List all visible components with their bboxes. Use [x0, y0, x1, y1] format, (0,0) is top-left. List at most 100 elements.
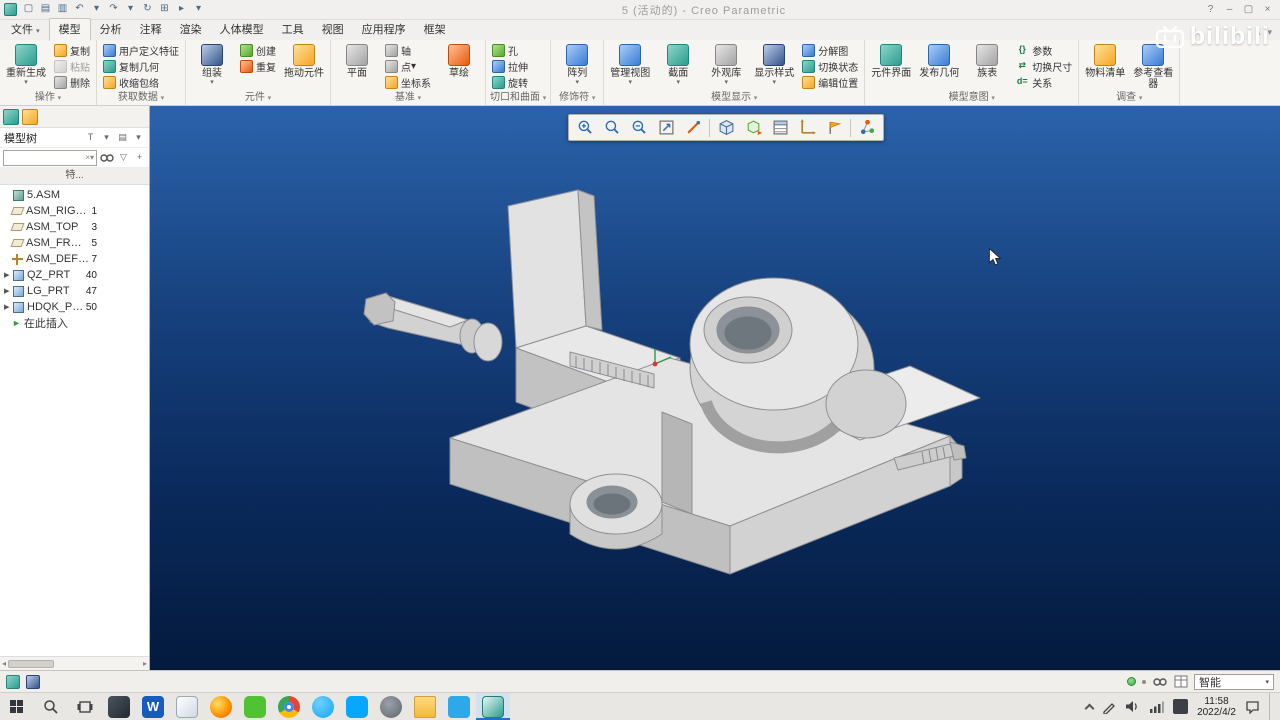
scrollbar-thumb[interactable]	[8, 659, 55, 668]
undo-dropdown[interactable]: ▾	[89, 2, 104, 17]
family-table-button[interactable]: 族表	[964, 42, 1010, 80]
tab-render[interactable]: 渲染	[171, 19, 211, 40]
tab-framework[interactable]: 框架	[415, 19, 455, 40]
hidden-icons-chevron[interactable]	[1084, 703, 1095, 713]
section-button[interactable]: 截面 ▾	[655, 42, 701, 87]
taskbar-app-explorer[interactable]	[408, 693, 442, 720]
group-label-cut-surface[interactable]: 切口和曲面 ▾	[486, 91, 550, 105]
taskbar-app-netdisk[interactable]	[340, 693, 374, 720]
close-button[interactable]: ×	[1259, 4, 1276, 15]
spin-center-button[interactable]	[854, 117, 880, 139]
expand-icon[interactable]: ▶	[4, 271, 13, 279]
tree-item-datum-right[interactable]: ASM_RIGHT 1	[0, 203, 149, 219]
scroll-right-icon[interactable]: ▸	[143, 659, 147, 668]
zoom-in-button[interactable]	[572, 117, 598, 139]
speaker-icon[interactable]	[1125, 700, 1140, 713]
tree-columns-dropdown[interactable]: ▾	[100, 131, 113, 144]
publish-geometry-button[interactable]: 发布几何	[916, 42, 962, 80]
create-button[interactable]: 创建	[237, 42, 279, 58]
model-tree-toggle-icon[interactable]	[6, 674, 20, 689]
revolve-button[interactable]: 旋转	[489, 74, 531, 90]
repeat-button[interactable]: 重复	[237, 58, 279, 74]
reference-viewer-button[interactable]: 参考查看器	[1130, 42, 1176, 91]
axis-button[interactable]: 轴	[382, 42, 434, 58]
component-interface-button[interactable]: 元件界面	[868, 42, 914, 80]
tab-file[interactable]: 文件 ▾	[2, 19, 49, 40]
plane-button[interactable]: 平面	[334, 42, 380, 80]
qat-customize-dropdown[interactable]: ▾	[191, 2, 206, 17]
tree-item-datum-front[interactable]: ASM_FRONT 5	[0, 235, 149, 251]
tree-item-insert-here[interactable]: ► 在此插入	[0, 315, 149, 331]
ribbon-display-dropdown[interactable]: ▾	[1267, 27, 1272, 38]
tree-horizontal-scrollbar[interactable]: ◂ ▸	[0, 656, 149, 670]
tab-analysis[interactable]: 分析	[91, 19, 131, 40]
taskbar-app-vscode[interactable]	[442, 693, 476, 720]
model-tree-tab-icon[interactable]	[3, 108, 19, 125]
expand-icon[interactable]: ▶	[4, 287, 13, 295]
group-label-model-intent[interactable]: 模型意图 ▾	[865, 91, 1078, 105]
refit-button[interactable]	[653, 117, 679, 139]
display-style-toolbar-button[interactable]	[713, 117, 739, 139]
taskbar-app-office[interactable]	[170, 693, 204, 720]
tree-item-part-qz[interactable]: ▶ QZ_PRT 40	[0, 267, 149, 283]
edit-position-button[interactable]: 编辑位置	[799, 74, 861, 90]
tab-view[interactable]: 视图	[313, 19, 353, 40]
appearance-gallery-button[interactable]: 外观库 ▾	[703, 42, 749, 87]
minimize-button[interactable]: –	[1221, 4, 1238, 15]
redo-button[interactable]: ↷	[106, 2, 121, 17]
taskbar-app-chrome[interactable]	[272, 693, 306, 720]
switch-dimensions-button[interactable]: ⇄ 切换尺寸	[1012, 58, 1075, 74]
taskbar-app-settings[interactable]	[374, 693, 408, 720]
notification-center-icon[interactable]	[1245, 700, 1260, 714]
start-button[interactable]	[0, 693, 34, 720]
find-icon[interactable]	[100, 152, 114, 164]
assemble-button[interactable]: 组装 ▾	[189, 42, 235, 87]
group-label-operations[interactable]: 操作 ▾	[0, 91, 96, 105]
save-button[interactable]: ▥	[55, 2, 70, 17]
explode-view-button[interactable]: 分解图	[799, 42, 861, 58]
taskbar-app-wechat[interactable]	[238, 693, 272, 720]
filter-icon[interactable]: ▽	[117, 151, 130, 164]
tab-model[interactable]: 模型	[48, 18, 91, 41]
3d-model[interactable]	[150, 106, 1280, 670]
csys-button[interactable]: 坐标系	[382, 74, 434, 90]
add-column-icon[interactable]: +	[133, 151, 146, 164]
tree-item-assembly[interactable]: 5.ASM	[0, 187, 149, 203]
expand-icon[interactable]: ▶	[4, 303, 13, 311]
show-desktop-button[interactable]	[1269, 693, 1274, 720]
redo-dropdown[interactable]: ▾	[123, 2, 138, 17]
find-tool-icon[interactable]	[1152, 676, 1168, 688]
display-style-button[interactable]: 显示样式 ▾	[751, 42, 797, 87]
sketch-button[interactable]: 草绘	[436, 42, 482, 80]
group-label-datum[interactable]: 基准 ▾	[331, 91, 485, 105]
tree-item-part-lg[interactable]: ▶ LG_PRT 47	[0, 283, 149, 299]
group-label-investigate[interactable]: 调查 ▾	[1079, 91, 1179, 105]
taskbar-app-word[interactable]: W	[136, 693, 170, 720]
shrinkwrap-button[interactable]: 收缩包络	[100, 74, 182, 90]
copy-button[interactable]: 复制	[51, 42, 93, 58]
folder-browser-tab-icon[interactable]	[22, 108, 38, 125]
task-view-button[interactable]	[68, 693, 102, 720]
tree-columns-icon[interactable]: T	[84, 131, 97, 144]
regenerate-button[interactable]: 重新生成 ▾	[3, 42, 49, 87]
group-label-get-data[interactable]: 获取数据 ▾	[97, 91, 185, 105]
selection-filter-dropdown[interactable]: 智能 ▾	[1194, 673, 1274, 690]
relations-button[interactable]: d= 关系	[1012, 74, 1075, 90]
toggle-status-button[interactable]: 切换状态	[799, 58, 861, 74]
tree-search-input[interactable]	[6, 152, 86, 163]
copy-geometry-button[interactable]: 复制几何	[100, 58, 182, 74]
zoom-button[interactable]	[599, 117, 625, 139]
pattern-button[interactable]: 阵列 ▾	[554, 42, 600, 87]
pen-icon[interactable]	[1102, 700, 1116, 714]
tree-settings-icon[interactable]: ▤	[116, 131, 129, 144]
windows-button[interactable]: ⊞	[157, 2, 172, 17]
undo-button[interactable]: ↶	[72, 2, 87, 17]
tab-tools[interactable]: 工具	[273, 19, 313, 40]
paste-button[interactable]: 粘贴	[51, 58, 93, 74]
point-button[interactable]: 点 ▾	[382, 58, 434, 74]
tab-manikin[interactable]: 人体模型	[211, 19, 273, 40]
collapse-ribbon-icon[interactable]: ∧	[1255, 27, 1262, 38]
view-manager-button[interactable]	[767, 117, 793, 139]
group-label-modifiers[interactable]: 修饰符 ▾	[551, 91, 603, 105]
graphics-area[interactable]	[150, 106, 1280, 670]
